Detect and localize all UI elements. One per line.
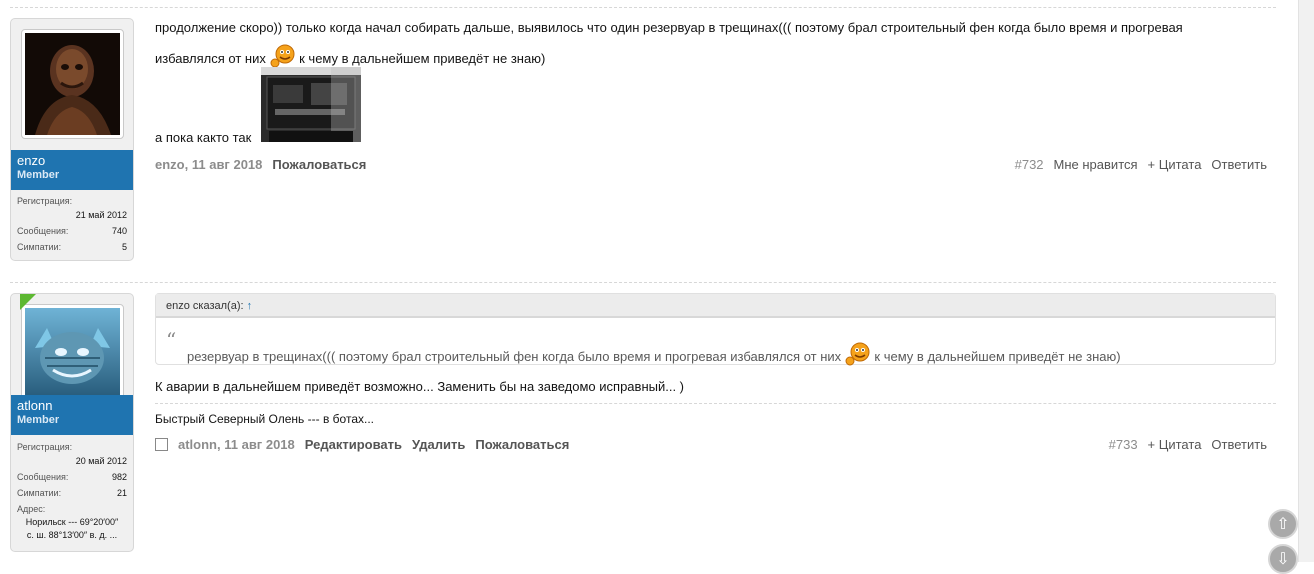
post-text-line: а пока както так — [155, 130, 252, 145]
quote-mark-icon: “ — [166, 328, 177, 352]
select-post-checkbox[interactable] — [155, 438, 168, 451]
quote-block: enzo сказал(а): ↑ “ резервуар в трещинах… — [155, 293, 1276, 366]
report-button[interactable]: Пожаловаться — [272, 157, 366, 172]
quote-text: резервуар в трещинах((( поэтому брал стр… — [187, 342, 1121, 366]
online-indicator — [20, 294, 36, 310]
username-bar: atlonn Member — [11, 395, 133, 435]
post-meta: atlonn, 11 авг 2018 Редактировать Удалит… — [155, 437, 569, 452]
stat-likes: Симпатии: 21 — [17, 488, 127, 498]
page-scrollbar[interactable] — [1298, 0, 1314, 562]
post-text-line: избавлялся от них к чему в дальнейшем пр… — [155, 44, 545, 68]
scroll-up-button[interactable]: ⇧ — [1268, 509, 1298, 539]
reply-button[interactable]: Ответить — [1211, 157, 1267, 172]
post-divider — [10, 282, 1276, 283]
avatar[interactable] — [21, 29, 124, 139]
user-stats: Регистрация: 20 май 2012 Сообщения: 982 С… — [17, 439, 127, 540]
post-author-link[interactable]: enzo, 11 авг 2018 — [155, 157, 262, 172]
user-title: Member — [17, 414, 60, 426]
avatar-image — [25, 33, 120, 135]
post-meta: enzo, 11 авг 2018 Пожаловаться — [155, 157, 366, 172]
post-text-line: продолжение скоро)) только когда начал с… — [155, 20, 1183, 35]
signature: Быстрый Северный Олень --- в ботах... — [155, 412, 374, 426]
user-title: Member — [17, 169, 60, 181]
quote-button[interactable]: + Цитата — [1148, 437, 1202, 452]
stat-registration-value: 21 май 2012 — [75, 210, 127, 220]
user-info-block: atlonn Member Регистрация: 20 май 2012 С… — [10, 293, 134, 552]
post-number-link[interactable]: #732 — [1015, 157, 1044, 172]
stat-messages: Сообщения: 982 — [17, 472, 127, 482]
signature-divider — [155, 403, 1276, 404]
post-actions: #732 Мне нравится + Цитата Ответить — [1005, 157, 1267, 172]
user-stats: Регистрация: 21 май 2012 Сообщения: 740 С… — [17, 193, 127, 255]
post-attachment-image[interactable] — [261, 67, 361, 142]
quote-source-link[interactable]: ↑ — [247, 300, 253, 312]
address-line: Норильск --- 69°20′00″ — [25, 517, 119, 527]
post-actions: #733 + Цитата Ответить — [1099, 437, 1267, 452]
report-button[interactable]: Пожаловаться — [475, 437, 569, 452]
quote-button[interactable]: + Цитата — [1148, 157, 1202, 172]
smiley-icon — [270, 44, 294, 68]
address-line: с. ш. 88°13′00″ в. д. ... — [26, 530, 118, 540]
stat-likes: Симпатии: 5 — [17, 242, 127, 252]
post-text: К аварии в дальнейшем приведёт возможно.… — [155, 379, 685, 394]
edit-button[interactable]: Редактировать — [305, 437, 402, 452]
delete-button[interactable]: Удалить — [412, 437, 465, 452]
user-info-block: enzo Member Регистрация: 21 май 2012 Соо… — [10, 18, 134, 261]
username-bar: enzo Member — [11, 150, 133, 190]
username-link[interactable]: enzo — [17, 153, 127, 168]
post-divider — [10, 7, 1276, 8]
arrow-down-icon: ⇩ — [1276, 551, 1290, 568]
smiley-icon — [845, 342, 870, 366]
scroll-down-button[interactable]: ⇩ — [1268, 544, 1298, 574]
reply-button[interactable]: Ответить — [1211, 437, 1267, 452]
stat-messages: Сообщения: 740 — [17, 226, 127, 236]
quote-header: enzo сказал(а): ↑ — [156, 294, 1275, 318]
quote-author: enzo сказал(а): — [166, 300, 244, 312]
post-number-link[interactable]: #733 — [1109, 437, 1138, 452]
username-link[interactable]: atlonn — [17, 398, 127, 413]
like-button[interactable]: Мне нравится — [1054, 157, 1138, 172]
stat-registration-value: 20 май 2012 — [75, 456, 127, 466]
post-author-link[interactable]: atlonn, 11 авг 2018 — [178, 437, 295, 452]
arrow-up-icon: ⇧ — [1276, 516, 1290, 533]
stat-address: Адрес: — [17, 504, 46, 514]
